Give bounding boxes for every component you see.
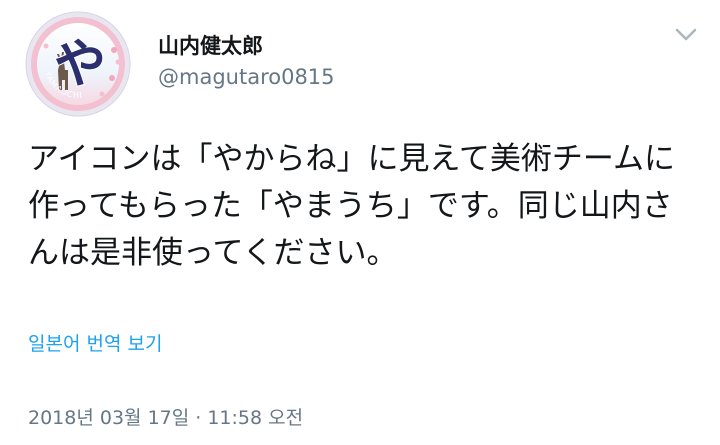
- author-handle[interactable]: @magutaro0815: [158, 65, 335, 89]
- avatar[interactable]: や YAMAUCHI: [24, 10, 132, 118]
- tweet-text: アイコンは「やからね」に見えて美術チームに作ってもらった「やまうち」です。同じ山…: [28, 141, 675, 271]
- tweet-timestamp[interactable]: 2018년 03월 17일 · 11:58 오전: [28, 403, 303, 430]
- avatar-image: や YAMAUCHI: [25, 11, 131, 117]
- translate-tweet-link[interactable]: 일본어 번역 보기: [28, 329, 162, 356]
- chevron-down-icon[interactable]: [674, 26, 698, 44]
- author-display-name[interactable]: 山内健太郎: [158, 30, 263, 60]
- tweet: や YAMAUCHI 山内健太郎 @magutaro0815 アイコンは「やから…: [0, 0, 720, 445]
